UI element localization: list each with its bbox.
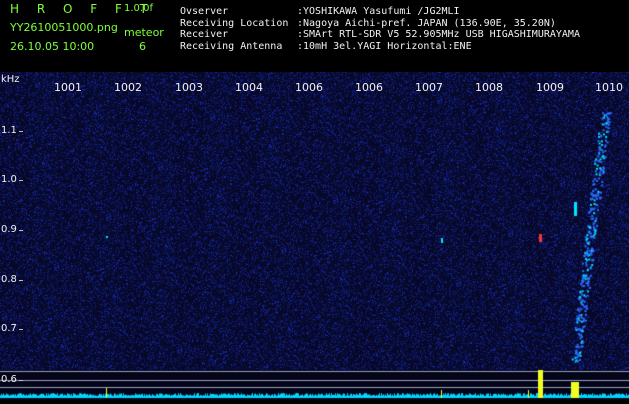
meteor-label: meteor bbox=[124, 26, 164, 39]
x-tick-label: 1006 bbox=[295, 81, 323, 94]
y-tick bbox=[19, 280, 23, 281]
x-tick-label: 1001 bbox=[54, 81, 82, 94]
info-row-antenna: Receiving Antenna :10mH 3el.YAGI Horizont… bbox=[180, 41, 580, 53]
info-row-location: Receiving Location :Nagoya Aichi-pref. JA… bbox=[180, 18, 580, 30]
y-tick-label: 0.6 bbox=[1, 374, 17, 385]
info-key: Ovserver bbox=[180, 6, 229, 17]
info-value: :SMArt RTL-SDR V5 52.905MHz USB HIGASHIM… bbox=[297, 29, 580, 40]
y-tick-label: 0.9 bbox=[1, 224, 17, 235]
spectrogram-panel bbox=[0, 72, 629, 400]
y-tick-label: 1.1 bbox=[1, 125, 17, 136]
y-tick-label: 1.0 bbox=[1, 174, 17, 185]
y-tick bbox=[19, 329, 23, 330]
info-key: Receiving Antenna bbox=[180, 40, 283, 52]
y-tick bbox=[19, 380, 23, 381]
x-tick-label: 1006 bbox=[355, 81, 383, 94]
x-tick-label: 1002 bbox=[114, 81, 142, 94]
filename-label: YY2610051000.png bbox=[10, 21, 118, 34]
y-tick-label: 0.8 bbox=[1, 274, 17, 285]
x-tick-label: 1009 bbox=[536, 81, 564, 94]
info-value: :Nagoya Aichi-pref. JAPAN (136.90E, 35.2… bbox=[297, 17, 556, 29]
x-tick-label: 1003 bbox=[175, 81, 203, 94]
y-axis-unit: kHz bbox=[1, 74, 20, 85]
y-tick bbox=[19, 230, 23, 231]
x-tick-label: 1008 bbox=[475, 81, 503, 94]
info-key: Receiving Location bbox=[180, 17, 289, 29]
info-value: :YOSHIKAWA Yasufumi /JG2MLI bbox=[297, 6, 460, 17]
datetime-label: 26.10.05 10:00 bbox=[10, 40, 95, 53]
x-tick-label: 1010 bbox=[595, 81, 623, 94]
spectrogram-canvas bbox=[0, 72, 629, 400]
meteor-count: 6 bbox=[139, 40, 146, 53]
x-tick-label: 1007 bbox=[415, 81, 443, 94]
y-tick bbox=[19, 180, 23, 181]
x-tick-label: 1004 bbox=[235, 81, 263, 94]
info-key: Receiver bbox=[180, 29, 229, 40]
version-label: 1.0.0f bbox=[124, 3, 153, 14]
y-tick bbox=[19, 131, 23, 132]
info-row-receiver: Receiver :SMArt RTL-SDR V5 52.905MHz USB … bbox=[180, 29, 580, 41]
station-info: Ovserver :YOSHIKAWA Yasufumi /JG2MLI Rece… bbox=[180, 6, 580, 52]
y-tick-label: 0.7 bbox=[1, 323, 17, 334]
info-row-observer: Ovserver :YOSHIKAWA Yasufumi /JG2MLI bbox=[180, 6, 580, 18]
header-panel: H R O F F T 1.0.0f YY2610051000.png mete… bbox=[0, 0, 629, 72]
info-value: :10mH 3el.YAGI Horizontal:ENE bbox=[297, 40, 472, 52]
